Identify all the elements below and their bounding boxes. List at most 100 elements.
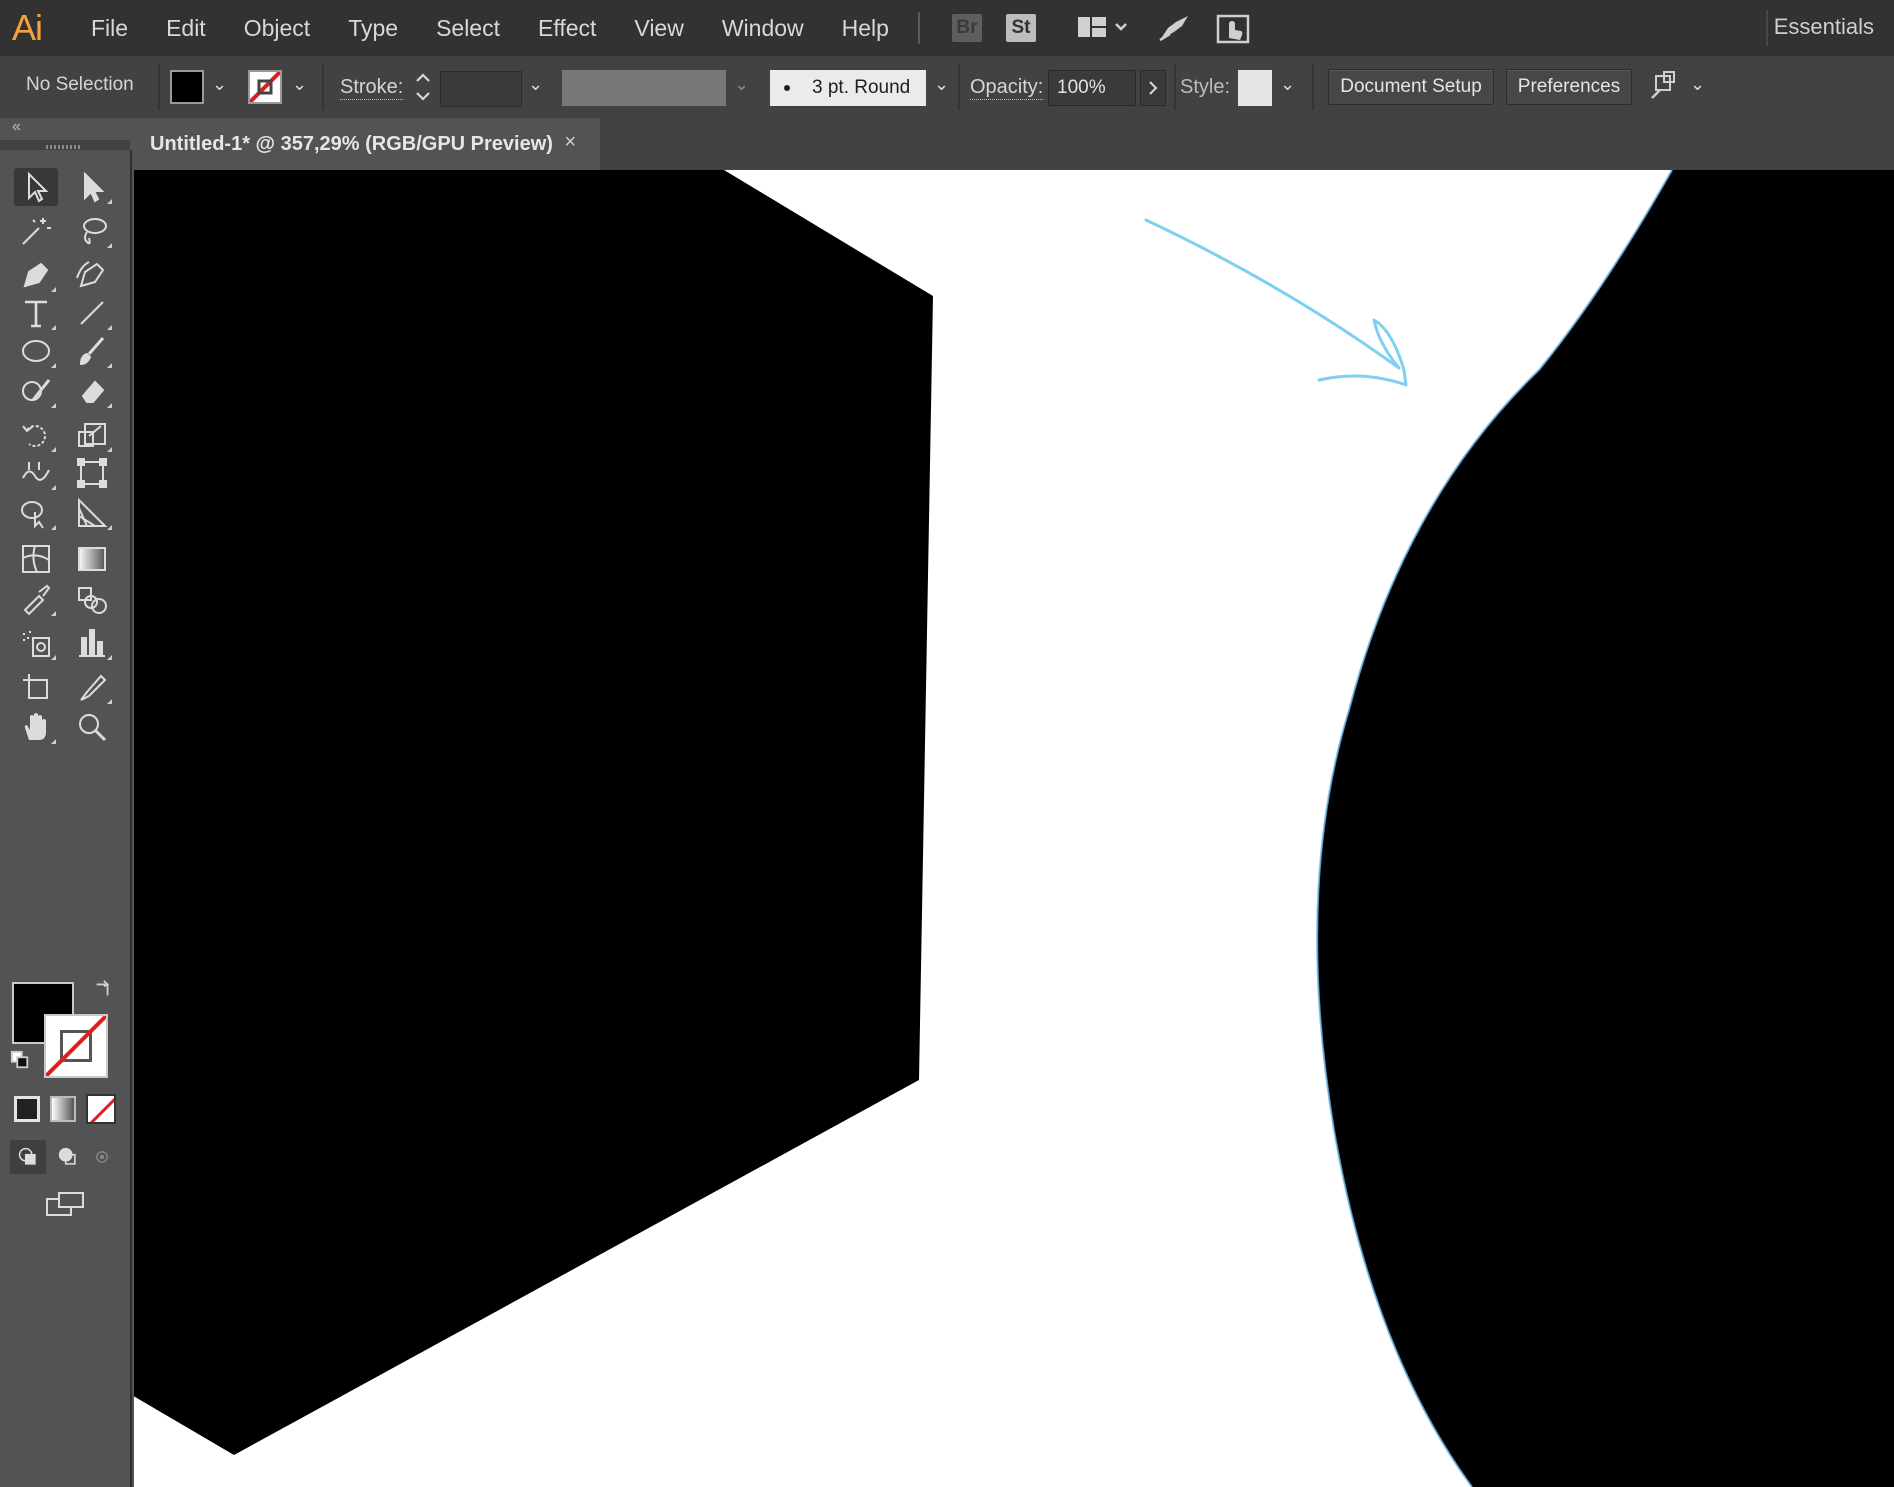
pen-tool[interactable]	[14, 256, 58, 294]
menu-divider	[917, 12, 920, 44]
gpu-performance-button[interactable]	[1156, 12, 1192, 44]
rotate-icon	[22, 425, 46, 447]
lasso-tool[interactable]	[70, 212, 114, 250]
none-mode-button[interactable]	[86, 1094, 116, 1124]
menu-file[interactable]: File	[72, 15, 147, 42]
mesh-icon	[22, 545, 50, 573]
workspace-divider	[1766, 10, 1768, 46]
eraser-icon	[81, 380, 105, 403]
fill-color-swatch[interactable]	[170, 70, 204, 104]
color-mode-button[interactable]	[14, 1096, 40, 1122]
stroke-color-box[interactable]	[44, 1014, 108, 1078]
blend-tool[interactable]	[70, 580, 114, 618]
stroke-label[interactable]: Stroke:	[340, 76, 404, 100]
stroke-color-swatch[interactable]	[248, 70, 282, 104]
document-tab[interactable]: Untitled-1* @ 357,29% (RGB/GPU Preview) …	[134, 118, 600, 170]
screen-mode-button[interactable]	[42, 1186, 88, 1222]
document-setup-button[interactable]: Document Setup	[1328, 69, 1494, 105]
column-graph-icon	[79, 629, 105, 657]
arrange-documents-button[interactable]	[1076, 13, 1132, 43]
none-color-icon	[89, 1097, 114, 1122]
rotate-tool[interactable]	[14, 416, 58, 454]
gradient-mode-button[interactable]	[50, 1096, 76, 1122]
opacity-label[interactable]: Opacity:	[970, 76, 1044, 100]
mesh-tool[interactable]	[14, 540, 58, 578]
artwork	[134, 170, 1894, 1487]
opacity-expand-button[interactable]	[1140, 70, 1166, 106]
style-chevron-icon[interactable]: ⌄	[1280, 74, 1295, 95]
shaper-tool[interactable]	[14, 372, 58, 410]
menu-object[interactable]: Object	[225, 15, 329, 42]
eyedropper-tool[interactable]	[14, 580, 58, 618]
menu-window[interactable]: Window	[703, 15, 823, 42]
magic-wand-tool[interactable]	[14, 212, 58, 250]
menu-help[interactable]: Help	[823, 15, 908, 42]
column-graph-tool[interactable]	[70, 624, 114, 662]
brush-name: 3 pt. Round	[812, 77, 911, 98]
perspective-grid-icon	[78, 497, 108, 527]
shape-builder-icon	[21, 501, 44, 529]
brush-chevron-icon[interactable]: ⌄	[934, 74, 949, 95]
perspective-grid-tool[interactable]	[70, 494, 114, 532]
swap-fill-stroke-button[interactable]	[92, 978, 114, 1000]
black-hexagon-shape[interactable]	[134, 170, 933, 1455]
touch-workspace-button[interactable]	[1216, 12, 1250, 44]
gradient-tool[interactable]	[70, 540, 114, 578]
width-icon	[22, 462, 50, 481]
selection-tool[interactable]	[14, 168, 58, 206]
preferences-button[interactable]: Preferences	[1506, 69, 1632, 105]
stroke-weight-stepper[interactable]	[412, 68, 434, 111]
draw-inside-button[interactable]	[84, 1140, 120, 1174]
paintbrush-icon	[79, 337, 105, 366]
menu-select[interactable]: Select	[417, 15, 519, 42]
free-transform-tool[interactable]	[70, 454, 114, 492]
artboard-canvas[interactable]	[134, 170, 1894, 1487]
draw-behind-button[interactable]	[50, 1140, 86, 1174]
curvature-tool[interactable]	[70, 256, 114, 294]
gpu-performance-icon	[1159, 16, 1188, 42]
arrange-chevron-icon[interactable]: ⌄	[1690, 74, 1705, 95]
annotation-arrow-icon	[1144, 218, 1408, 387]
eraser-tool[interactable]	[70, 372, 114, 410]
shape-builder-tool[interactable]	[14, 494, 58, 532]
width-tool[interactable]	[14, 454, 58, 492]
opacity-input[interactable]: 100%	[1048, 70, 1136, 106]
slice-knife-icon	[80, 674, 107, 701]
artboard-icon	[23, 674, 48, 699]
type-tool[interactable]	[14, 294, 58, 332]
symbol-sprayer-tool[interactable]	[14, 624, 58, 662]
selection-status: No Selection	[26, 74, 134, 95]
ellipse-tool[interactable]	[14, 332, 58, 370]
stroke-dropdown-chevron-icon[interactable]: ⌄	[292, 74, 307, 95]
scale-tool[interactable]	[70, 416, 114, 454]
stock-button[interactable]: St	[1005, 14, 1036, 42]
variable-width-profile[interactable]	[562, 70, 726, 106]
zoom-tool[interactable]	[70, 708, 114, 746]
close-tab-icon[interactable]: ×	[564, 131, 576, 154]
bridge-button[interactable]: Br	[951, 14, 982, 42]
workspace-switcher[interactable]: Essentials	[1774, 14, 1874, 40]
default-fill-stroke-button[interactable]	[8, 1048, 32, 1072]
arrange-objects-button[interactable]	[1648, 68, 1684, 109]
line-segment-tool[interactable]	[70, 294, 114, 332]
menu-view[interactable]: View	[615, 15, 702, 42]
stroke-weight-input[interactable]	[440, 71, 522, 107]
menu-effect[interactable]: Effect	[519, 15, 615, 42]
menu-edit[interactable]: Edit	[147, 15, 225, 42]
stroke-weight-chevron-icon[interactable]: ⌄	[528, 74, 543, 95]
tools-grip-icon[interactable]	[46, 145, 82, 149]
draw-normal-button[interactable]	[10, 1140, 46, 1174]
touch-workspace-icon	[1216, 14, 1250, 44]
menu-bar: Ai File Edit Object Type Select Effect V…	[0, 0, 1894, 56]
slice-tool[interactable]	[70, 668, 114, 706]
fill-dropdown-chevron-icon[interactable]: ⌄	[212, 74, 227, 95]
graphic-style-swatch[interactable]	[1238, 70, 1272, 106]
magnifier-icon	[79, 714, 107, 742]
collapse-panel-icon[interactable]: «	[12, 118, 21, 136]
menu-type[interactable]: Type	[329, 15, 417, 42]
brush-definition-field[interactable]: 3 pt. Round	[770, 70, 926, 106]
direct-selection-tool[interactable]	[70, 168, 114, 206]
hand-tool[interactable]	[14, 708, 58, 746]
paintbrush-tool[interactable]	[70, 332, 114, 370]
artboard-tool[interactable]	[14, 668, 58, 706]
